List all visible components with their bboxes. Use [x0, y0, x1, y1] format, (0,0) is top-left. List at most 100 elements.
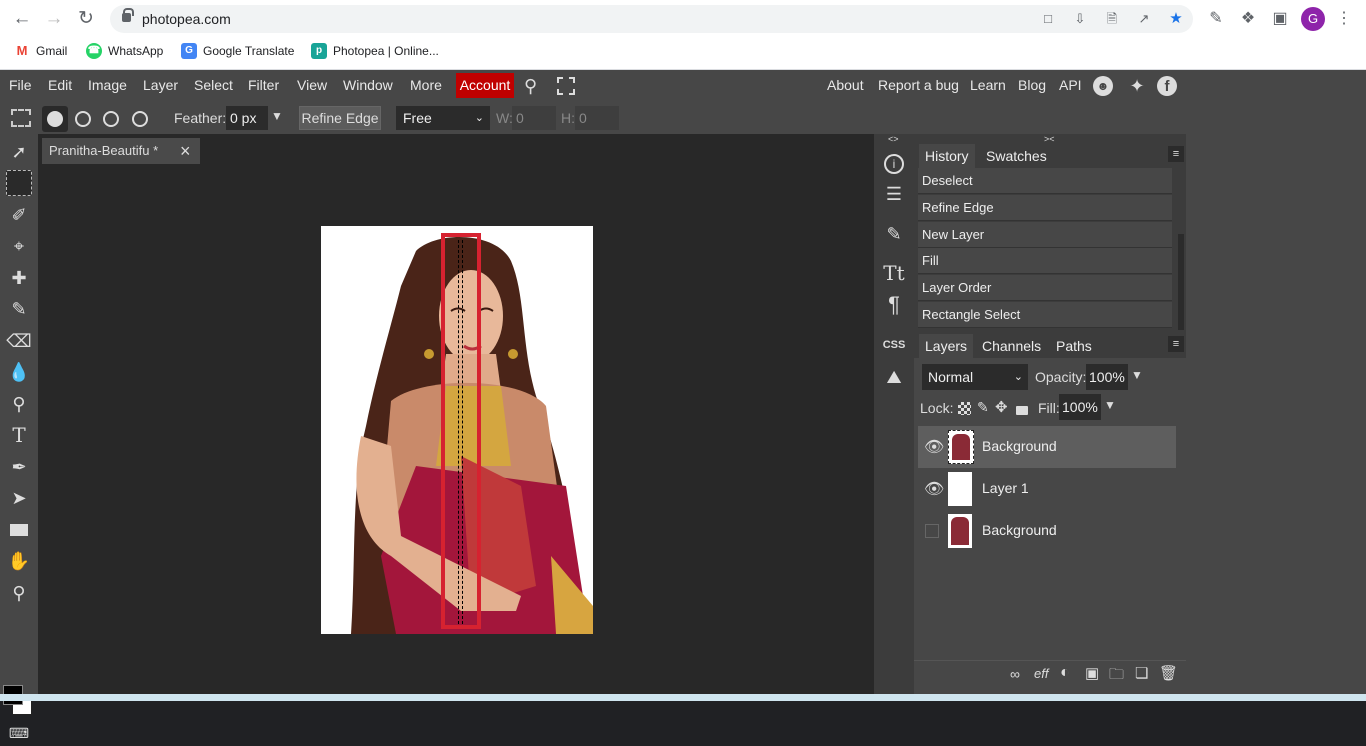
- expand-sidebar-icon[interactable]: <>: [888, 134, 899, 144]
- feather-dropdown-icon[interactable]: ▼: [271, 109, 283, 123]
- lock-all-icon[interactable]: [1016, 406, 1028, 415]
- link-layers-icon[interactable]: ∞: [1010, 666, 1020, 682]
- share-icon[interactable]: ↗: [1136, 11, 1152, 27]
- history-item[interactable]: Deselect: [918, 168, 1172, 194]
- canvas-area[interactable]: Pranitha-Beautifu * ×: [38, 134, 874, 694]
- forward-icon[interactable]: →: [43, 8, 65, 30]
- adjustments-icon[interactable]: ☰: [880, 180, 908, 208]
- fullscreen-icon[interactable]: [557, 77, 575, 95]
- layer-name[interactable]: Background: [982, 438, 1057, 454]
- zoom-tool-icon[interactable]: ⚲: [6, 580, 32, 606]
- tab-swatches[interactable]: Swatches: [980, 144, 1053, 168]
- image-icon[interactable]: ⛰: [880, 363, 908, 391]
- eraser-tool-icon[interactable]: ⌫: [6, 328, 32, 354]
- lock-position-icon[interactable]: ✥: [995, 398, 1008, 416]
- link-learn[interactable]: Learn: [970, 77, 1006, 93]
- layer-mask-icon[interactable]: ▣: [1085, 664, 1099, 682]
- history-item[interactable]: Layer Order: [918, 275, 1172, 301]
- eye-icon[interactable]: 👁: [924, 437, 944, 457]
- pen-tool-icon[interactable]: ✒: [6, 454, 32, 480]
- rectangle-tool-icon[interactable]: [6, 517, 32, 543]
- adjustment-layer-icon[interactable]: ◐: [1060, 664, 1070, 682]
- feather-input[interactable]: 0 px: [226, 106, 268, 130]
- more-vertical-icon[interactable]: ⋮: [1334, 9, 1354, 29]
- height-input[interactable]: 0: [575, 106, 619, 130]
- profile-avatar[interactable]: G: [1301, 7, 1325, 31]
- bookmark-star-icon[interactable]: ★: [1168, 11, 1184, 27]
- marquee-tool-icon[interactable]: [6, 170, 32, 196]
- page-icon[interactable]: □: [1040, 11, 1056, 27]
- trash-icon[interactable]: 🗑: [1159, 664, 1178, 682]
- keyboard-icon[interactable]: ⌨: [6, 720, 32, 746]
- hand-tool-icon[interactable]: ✋: [6, 548, 32, 574]
- brush-tool-icon[interactable]: ✎: [6, 296, 32, 322]
- marching-ants-selection[interactable]: [458, 240, 463, 624]
- link-blog[interactable]: Blog: [1018, 77, 1046, 93]
- brush-settings-icon[interactable]: ✎: [880, 220, 908, 248]
- lock-paint-icon[interactable]: ✎: [977, 399, 989, 416]
- new-folder-icon[interactable]: 🗀: [1109, 664, 1124, 689]
- character-icon[interactable]: Tt: [880, 259, 908, 287]
- reddit-icon[interactable]: ☻: [1093, 76, 1113, 96]
- type-tool-icon[interactable]: T: [6, 422, 32, 448]
- eyedropper-extension-icon[interactable]: ✎: [1206, 9, 1226, 29]
- tab-paths[interactable]: Paths: [1050, 334, 1098, 358]
- width-input[interactable]: 0: [512, 106, 556, 130]
- tab-channels[interactable]: Channels: [976, 334, 1047, 358]
- menu-image[interactable]: Image: [88, 77, 127, 93]
- link-about[interactable]: About: [827, 77, 864, 93]
- bookmark-whatsapp[interactable]: ☎ WhatsApp: [86, 43, 163, 59]
- new-selection-mode[interactable]: [42, 106, 68, 132]
- search-icon[interactable]: ⚲: [524, 76, 544, 96]
- bookmark-gmail[interactable]: M Gmail: [14, 43, 67, 59]
- visibility-checkbox[interactable]: [925, 524, 939, 538]
- quick-select-tool-icon[interactable]: ✐: [6, 202, 32, 228]
- blur-tool-icon[interactable]: 💧: [6, 359, 32, 385]
- menu-layer[interactable]: Layer: [143, 77, 178, 93]
- history-menu-icon[interactable]: ≡: [1168, 146, 1184, 162]
- menu-select[interactable]: Select: [194, 77, 233, 93]
- layer-row[interactable]: 👁 Layer 1: [918, 468, 1176, 510]
- document-canvas[interactable]: [321, 226, 593, 634]
- lock-transparency-icon[interactable]: [958, 402, 971, 415]
- intersect-selection-icon[interactable]: [132, 111, 148, 127]
- history-item[interactable]: Fill: [918, 248, 1172, 274]
- opacity-input[interactable]: 100%: [1086, 364, 1128, 390]
- link-report-bug[interactable]: Report a bug: [878, 77, 959, 93]
- paragraph-icon[interactable]: ¶: [880, 291, 908, 319]
- account-button[interactable]: Account: [456, 73, 514, 98]
- link-api[interactable]: API: [1059, 77, 1082, 93]
- menu-view[interactable]: View: [297, 77, 327, 93]
- side-panel-icon[interactable]: ▣: [1270, 9, 1290, 29]
- layers-menu-icon[interactable]: ≡: [1168, 336, 1184, 352]
- crop-tool-icon[interactable]: ⌖: [6, 233, 32, 259]
- refine-edge-button[interactable]: Refine Edge: [299, 106, 381, 130]
- facebook-icon[interactable]: f: [1157, 76, 1177, 96]
- tab-layers[interactable]: Layers: [919, 334, 974, 358]
- path-select-tool-icon[interactable]: ➤: [6, 485, 32, 511]
- opacity-dropdown-icon[interactable]: ▼: [1131, 368, 1143, 382]
- menu-file[interactable]: File: [9, 77, 32, 93]
- add-selection-icon[interactable]: [75, 111, 91, 127]
- eye-icon[interactable]: 👁: [924, 479, 944, 499]
- layer-effects-icon[interactable]: eff: [1034, 666, 1048, 681]
- healing-tool-icon[interactable]: ✚: [6, 265, 32, 291]
- bookmark-photopea[interactable]: p Photopea | Online...: [311, 43, 439, 59]
- subtract-selection-icon[interactable]: [103, 111, 119, 127]
- layer-name[interactable]: Layer 1: [982, 480, 1029, 496]
- extensions-puzzle-icon[interactable]: ❖: [1238, 9, 1258, 29]
- fill-input[interactable]: 100%: [1059, 394, 1101, 420]
- collapse-panels-icon[interactable]: ><: [1044, 134, 1055, 144]
- document-icon[interactable]: 🗎: [1104, 11, 1120, 27]
- bookmark-google-translate[interactable]: G Google Translate: [181, 43, 294, 59]
- menu-edit[interactable]: Edit: [48, 77, 72, 93]
- tab-history[interactable]: History: [919, 144, 975, 168]
- layer-row[interactable]: Background: [918, 510, 1176, 552]
- menu-more[interactable]: More: [410, 77, 442, 93]
- history-item[interactable]: Rectangle Select: [918, 302, 1172, 328]
- fill-dropdown-icon[interactable]: ▼: [1104, 398, 1116, 412]
- rect-select-tool-icon[interactable]: [11, 109, 31, 127]
- menu-filter[interactable]: Filter: [248, 77, 279, 93]
- layer-row[interactable]: 👁 Background: [918, 426, 1176, 468]
- layer-name[interactable]: Background: [982, 522, 1057, 538]
